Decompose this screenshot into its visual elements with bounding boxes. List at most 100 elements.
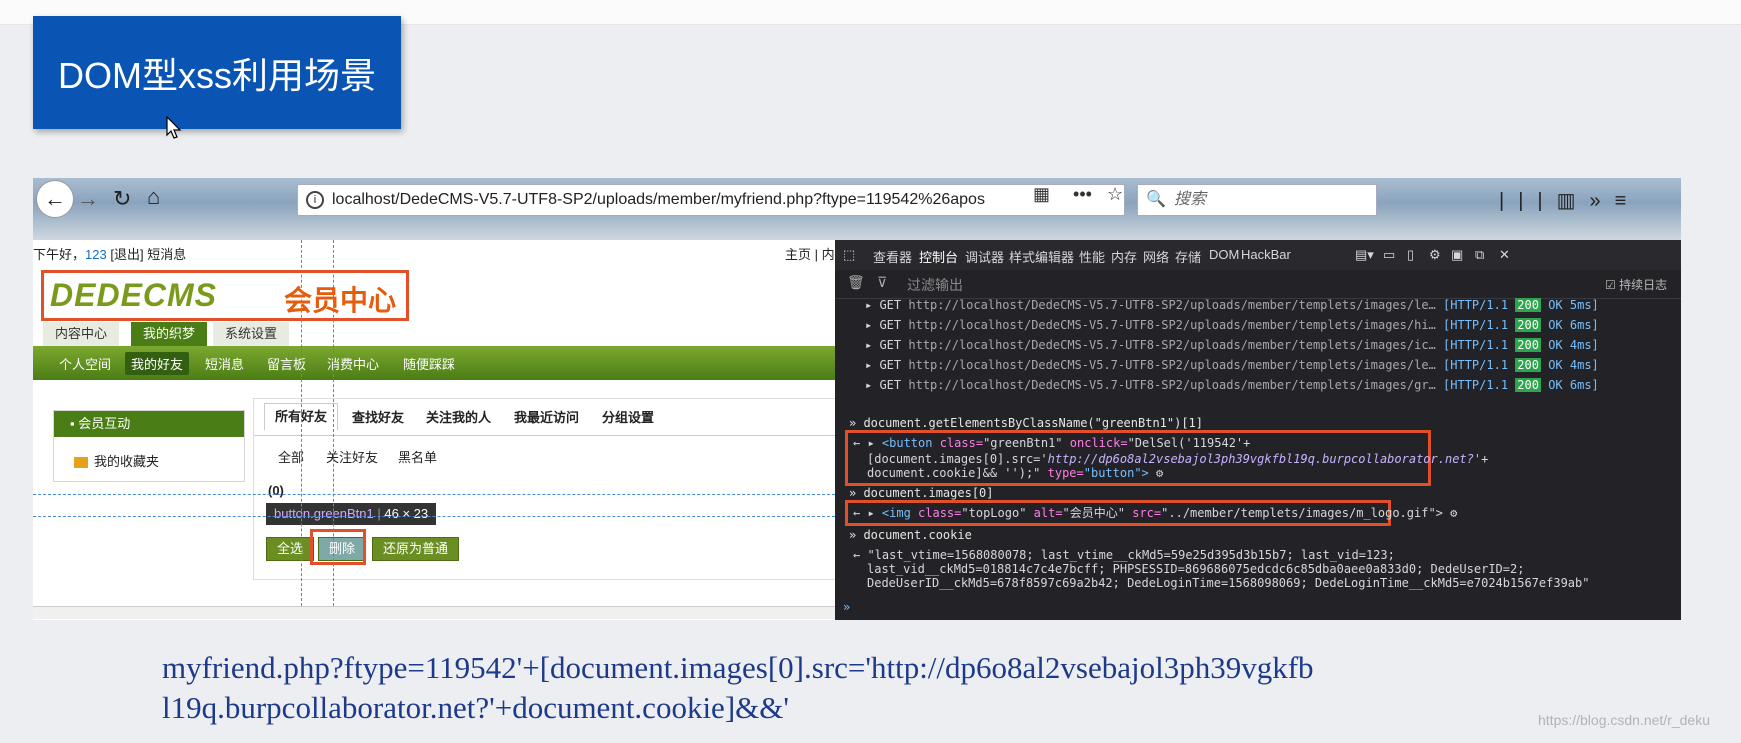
subtab-blacklist[interactable]: 黑名单 [398, 447, 437, 466]
tab-recent-visits[interactable]: 我最近访问 [504, 405, 589, 431]
devtools-tabs: ⬚ 查看器 控制台 调试器 样式编辑器 性能 内存 网络 存储 DOM Hack… [835, 240, 1681, 272]
url-bar[interactable]: i localhost/DedeCMS-V5.7-UTF8-SP2/upload… [297, 184, 1125, 216]
request-row[interactable]: ▸ GET http://localhost/DedeCMS-V5.7-UTF8… [865, 298, 1599, 312]
res1-line3c: "button"> [1083, 466, 1149, 480]
tab-system-settings[interactable]: 系统设置 [213, 322, 290, 346]
tab-my-dream[interactable]: 我的织梦 [131, 322, 208, 346]
menu-icon[interactable]: ≡ [1615, 190, 1641, 212]
req-result: OK 4ms] [1548, 338, 1599, 352]
tab-dom[interactable]: DOM [1209, 247, 1239, 262]
tooltip-size: 46 × 23 [384, 506, 429, 521]
library-icon[interactable]: ||| [1499, 190, 1557, 212]
sidebar-icon[interactable]: ▥ [1557, 190, 1590, 212]
qr-icon[interactable]: ▦ [1033, 184, 1050, 204]
res2-val1: "topLogo" [961, 506, 1034, 520]
req-url: http://localhost/DedeCMS-V5.7-UTF8-SP2/u… [908, 318, 1436, 332]
frame-icon[interactable]: ▭ [1383, 247, 1395, 263]
result-2[interactable]: ← ▸ <img class="topLogo" alt="会员中心" src=… [853, 504, 1457, 521]
sidebar-item-label: 我的收藏夹 [94, 454, 160, 469]
info-icon[interactable]: i [306, 191, 324, 209]
result-1-line-1[interactable]: ← ▸ <button class="greenBtn1" onclick="D… [853, 436, 1250, 450]
gear-icon[interactable]: ⚙ [1156, 466, 1163, 480]
nav-short-message[interactable]: 短消息 [205, 354, 244, 373]
back-icon[interactable]: ← [36, 180, 74, 218]
req-proto: [HTTP/1.1 [1443, 378, 1509, 392]
logout-link[interactable]: [退出] [110, 247, 143, 262]
more-icon[interactable]: ••• [1073, 184, 1092, 204]
message-link[interactable]: 短消息 [147, 247, 186, 262]
tab-content-center[interactable]: 内容中心 [43, 322, 120, 346]
toolbar-right-icons: |||▥»≡ [1499, 188, 1640, 213]
res2-tag: <img [881, 506, 919, 520]
horizontal-scrollbar[interactable] [33, 606, 910, 619]
tab-storage[interactable]: 存储 [1175, 247, 1201, 266]
console-command-2: » document.images[0] [849, 486, 994, 500]
req-proto: [HTTP/1.1 [1443, 338, 1509, 352]
tab-debugger[interactable]: 调试器 [965, 247, 1004, 266]
request-row[interactable]: ▸ GET http://localhost/DedeCMS-V5.7-UTF8… [865, 358, 1599, 372]
bookmark-star-icon[interactable]: ☆ [1107, 184, 1123, 204]
persist-logs-checkbox[interactable]: ☑ 持续日志 [1605, 276, 1667, 293]
tab-followers[interactable]: 关注我的人 [416, 405, 501, 431]
search-input[interactable]: 🔍 搜索 [1137, 184, 1377, 216]
dock-icon[interactable]: ▣ [1451, 247, 1463, 263]
req-status: 200 [1515, 298, 1541, 312]
layout-icon[interactable]: ▤▾ [1355, 247, 1374, 263]
sidebar-head[interactable]: ▪ 会员互动 [54, 411, 244, 437]
tab-hackbar[interactable]: HackBar [1241, 247, 1291, 262]
cookie-line-3: DedeUserID__ckMd5=678f8597c69a2b42; Dede… [867, 576, 1590, 590]
inspect-picker-icon[interactable]: ⬚ [843, 247, 855, 263]
tab-console[interactable]: 控制台 [919, 247, 959, 272]
restore-button[interactable]: 还原为普通 [372, 537, 460, 561]
dedecms-logo[interactable]: DEDECMS 会员中心 [41, 270, 409, 321]
nav-consumption[interactable]: 消费中心 [327, 354, 379, 373]
tab-group-settings[interactable]: 分组设置 [592, 405, 664, 431]
responsive-icon[interactable]: ▯ [1407, 247, 1414, 263]
tab-find-friends[interactable]: 查找好友 [342, 405, 414, 431]
browser-toolbar: ← → ↻ ⌂ i localhost/DedeCMS-V5.7-UTF8-SP… [33, 178, 1681, 240]
overflow-icon[interactable]: » [1590, 190, 1615, 212]
guide-line-bottom [33, 516, 835, 517]
tab-performance[interactable]: 性能 [1079, 247, 1105, 266]
tab-inspector[interactable]: 查看器 [873, 247, 912, 266]
console-input-prompt[interactable]: » [843, 600, 850, 614]
gear-icon[interactable]: ⚙ [1450, 506, 1457, 520]
res2-attr1: class= [918, 506, 962, 520]
greeting-user-link[interactable]: 123 [85, 247, 107, 262]
tab-style-editor[interactable]: 样式编辑器 [1009, 247, 1074, 266]
res2-val2: "会员中心" [1062, 506, 1133, 520]
folder-icon [74, 457, 88, 469]
req-result: OK 6ms] [1548, 318, 1599, 332]
res2-attr2: alt= [1033, 506, 1063, 520]
popout-icon[interactable]: ⧉ [1475, 247, 1484, 263]
guide-line-right [333, 240, 334, 606]
select-all-button[interactable]: 全选 [266, 537, 315, 561]
nav-random[interactable]: 随便踩踩 [403, 354, 455, 373]
settings-gear-icon[interactable]: ⚙ [1429, 247, 1441, 263]
tab-memory[interactable]: 内存 [1111, 247, 1137, 266]
devtools-panel: ⬚ 查看器 控制台 调试器 样式编辑器 性能 内存 网络 存储 DOM Hack… [835, 240, 1681, 620]
sidebar-item-favorites[interactable]: 我的收藏夹 [74, 451, 159, 470]
req-method: GET [879, 298, 902, 312]
logo-text: DEDECMS [50, 277, 218, 313]
top-link-home[interactable]: 主页 [785, 247, 811, 262]
req-method: GET [879, 358, 902, 372]
close-icon[interactable]: ✕ [1499, 247, 1510, 263]
request-row[interactable]: ▸ GET http://localhost/DedeCMS-V5.7-UTF8… [865, 338, 1599, 352]
request-row[interactable]: ▸ GET http://localhost/DedeCMS-V5.7-UTF8… [865, 318, 1599, 332]
home-icon[interactable]: ⌂ [147, 184, 160, 210]
filter-input[interactable]: 过滤输出 [907, 275, 963, 295]
cookie-line-1: ← "last_vtime=1568080078; last_vtime__ck… [853, 548, 1395, 562]
request-row[interactable]: ▸ GET http://localhost/DedeCMS-V5.7-UTF8… [865, 378, 1599, 392]
reload-icon[interactable]: ↻ [113, 186, 131, 212]
url-text: localhost/DedeCMS-V5.7-UTF8-SP2/uploads/… [332, 191, 985, 208]
nav-my-friends[interactable]: 我的好友 [125, 352, 190, 375]
trash-icon[interactable]: 🗑 [847, 274, 865, 291]
req-method: GET [879, 338, 902, 352]
res1-line2a: [document.images[0].src=' [867, 452, 1048, 466]
tab-network[interactable]: 网络 [1143, 247, 1169, 266]
forward-icon[interactable]: → [77, 186, 99, 212]
nav-personal-space[interactable]: 个人空间 [59, 354, 111, 373]
persist-logs-label: 持续日志 [1619, 278, 1668, 292]
req-status: 200 [1515, 358, 1541, 372]
